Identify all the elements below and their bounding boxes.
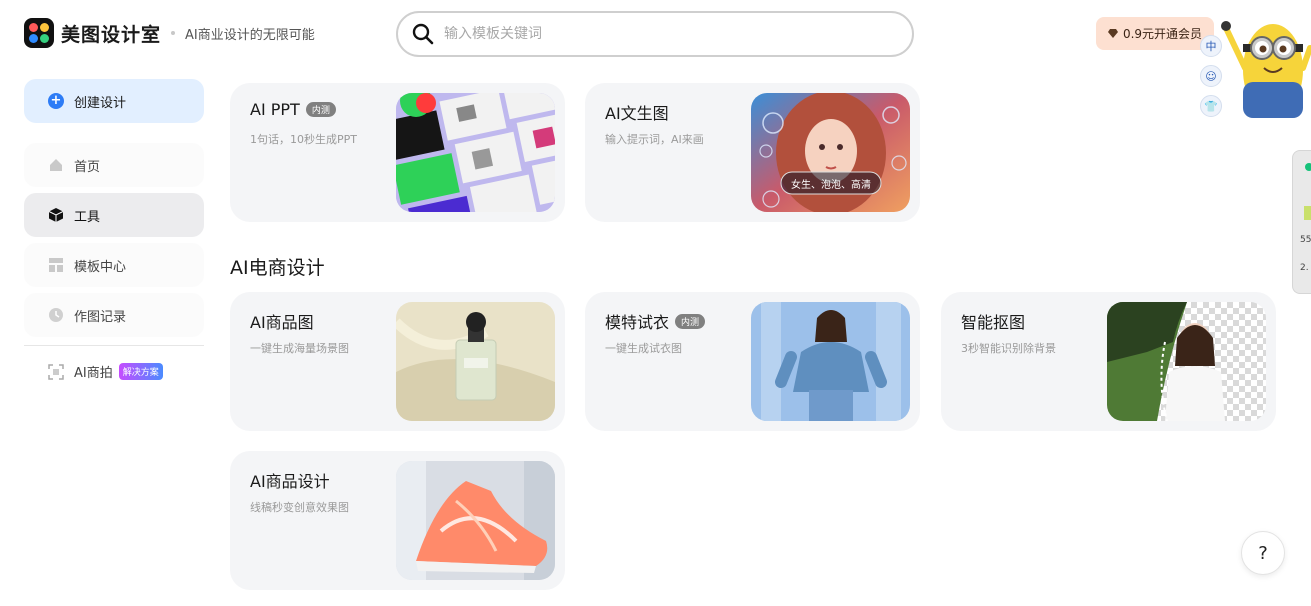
card-title-text: 模特试衣 — [605, 313, 670, 332]
card-title: AI PPT 内测 — [250, 100, 336, 119]
card-thumbnail — [396, 461, 555, 580]
sidebar-nav: 首页 工具 模板中心 作图记录 — [24, 143, 204, 337]
help-button[interactable]: ? — [1241, 531, 1285, 575]
brand-name: 美图设计室 — [61, 23, 162, 46]
side-widget-value-2: 2. — [1300, 263, 1309, 273]
card-thumbnail — [396, 93, 555, 212]
card-title: 智能抠图 — [961, 309, 1025, 333]
card-thumbnail: 女生、泡泡、高清 — [751, 93, 910, 212]
sidebar: + 创建设计 首页 工具 模板中心 作图记录 AI商拍 解决方案 — [24, 79, 204, 381]
app-root: 美图设计室 AI商业设计的无限可能 0.9元开通会员 中 ☺ 👕 — [0, 0, 1311, 606]
card-desc: 一键生成试衣图 — [605, 342, 682, 355]
card-title-text: 智能抠图 — [961, 313, 1026, 332]
card-thumbnail — [751, 302, 910, 421]
brand-logo[interactable]: 美图设计室 AI商业设计的无限可能 — [24, 18, 315, 48]
sidebar-item-label: 作图记录 — [74, 309, 127, 325]
ai-shoot-label: AI商拍 — [74, 366, 113, 381]
card-thumbnail — [1107, 302, 1266, 421]
minion-mascot-icon[interactable] — [1218, 8, 1311, 118]
solution-badge: 解决方案 — [118, 363, 163, 380]
beta-tag: 内测 — [675, 313, 706, 329]
scan-icon — [48, 363, 64, 380]
brand-slogan: AI商业设计的无限可能 — [185, 27, 315, 43]
card-title: 模特试衣 内测 — [605, 309, 706, 333]
sidebar-divider — [24, 345, 204, 346]
sidebar-item-label: 模板中心 — [74, 259, 127, 275]
section-title-ecommerce: AI电商设计 — [230, 257, 325, 279]
side-widget-value-1: 55 — [1300, 235, 1311, 245]
sidebar-item-label: 工具 — [74, 209, 101, 225]
sidebar-item-templates[interactable]: 模板中心 — [24, 243, 204, 287]
create-design-label: 创建设计 — [74, 95, 127, 111]
bar-icon — [1304, 206, 1311, 220]
sidebar-item-tools[interactable]: 工具 — [24, 193, 204, 237]
status-dot-icon — [1305, 163, 1311, 171]
card-desc: 3秒智能识别除背景 — [961, 342, 1056, 355]
card-title-text: AI文生图 — [605, 104, 669, 123]
diamond-icon — [1107, 29, 1118, 38]
sidebar-item-history[interactable]: 作图记录 — [24, 293, 204, 337]
search-input[interactable] — [444, 26, 864, 42]
card-desc: 输入提示词，AI来画 — [605, 133, 704, 146]
home-icon — [48, 157, 64, 173]
card-ai-product-design[interactable]: AI商品设计 线稿秒变创意效果图 — [230, 451, 565, 590]
clock-icon — [48, 307, 64, 323]
card-ai-ppt[interactable]: AI PPT 内测 1句话，10秒生成PPT — [230, 83, 565, 222]
beta-tag: 内测 — [305, 102, 336, 117]
card-thumbnail — [396, 302, 555, 421]
sidebar-item-home[interactable]: 首页 — [24, 143, 204, 187]
card-desc: 一键生成海量场景图 — [250, 342, 349, 355]
card-title: AI商品图 — [250, 309, 314, 333]
card-ai-text-to-image[interactable]: AI文生图 输入提示词，AI来画 女生、泡泡、高清 — [585, 83, 920, 222]
vip-button[interactable]: 0.9元开通会员 — [1096, 17, 1214, 50]
search-bar[interactable] — [396, 11, 914, 57]
cube-icon — [48, 207, 64, 223]
card-smart-cutout[interactable]: 智能抠图 3秒智能识别除背景 — [941, 292, 1276, 431]
card-title: AI文生图 — [605, 100, 669, 124]
sidebar-item-ai-shoot[interactable]: AI商拍 解决方案 — [24, 362, 204, 381]
sidebar-item-label: 首页 — [74, 159, 101, 175]
separator-dot — [171, 31, 176, 35]
logo-icon — [24, 18, 54, 48]
side-widget[interactable]: 55 2. — [1292, 150, 1311, 294]
card-model-tryon[interactable]: 模特试衣 内测 一键生成试衣图 — [585, 292, 920, 431]
card-title-text: AI商品设计 — [250, 472, 330, 491]
card-desc: 1句话，10秒生成PPT — [250, 133, 357, 146]
create-design-button[interactable]: + 创建设计 — [24, 79, 204, 123]
search-icon — [412, 23, 434, 45]
card-title-text: AI商品图 — [250, 313, 314, 332]
card-ai-product-image[interactable]: AI商品图 一键生成海量场景图 — [230, 292, 565, 431]
prompt-overlay: 女生、泡泡、高清 — [791, 180, 871, 191]
card-title-text: AI PPT — [250, 100, 300, 119]
vip-label: 0.9元开通会员 — [1122, 27, 1203, 41]
card-title: AI商品设计 — [250, 468, 330, 492]
plus-icon: + — [48, 93, 64, 109]
card-desc: 线稿秒变创意效果图 — [250, 501, 349, 514]
template-icon — [48, 257, 64, 273]
